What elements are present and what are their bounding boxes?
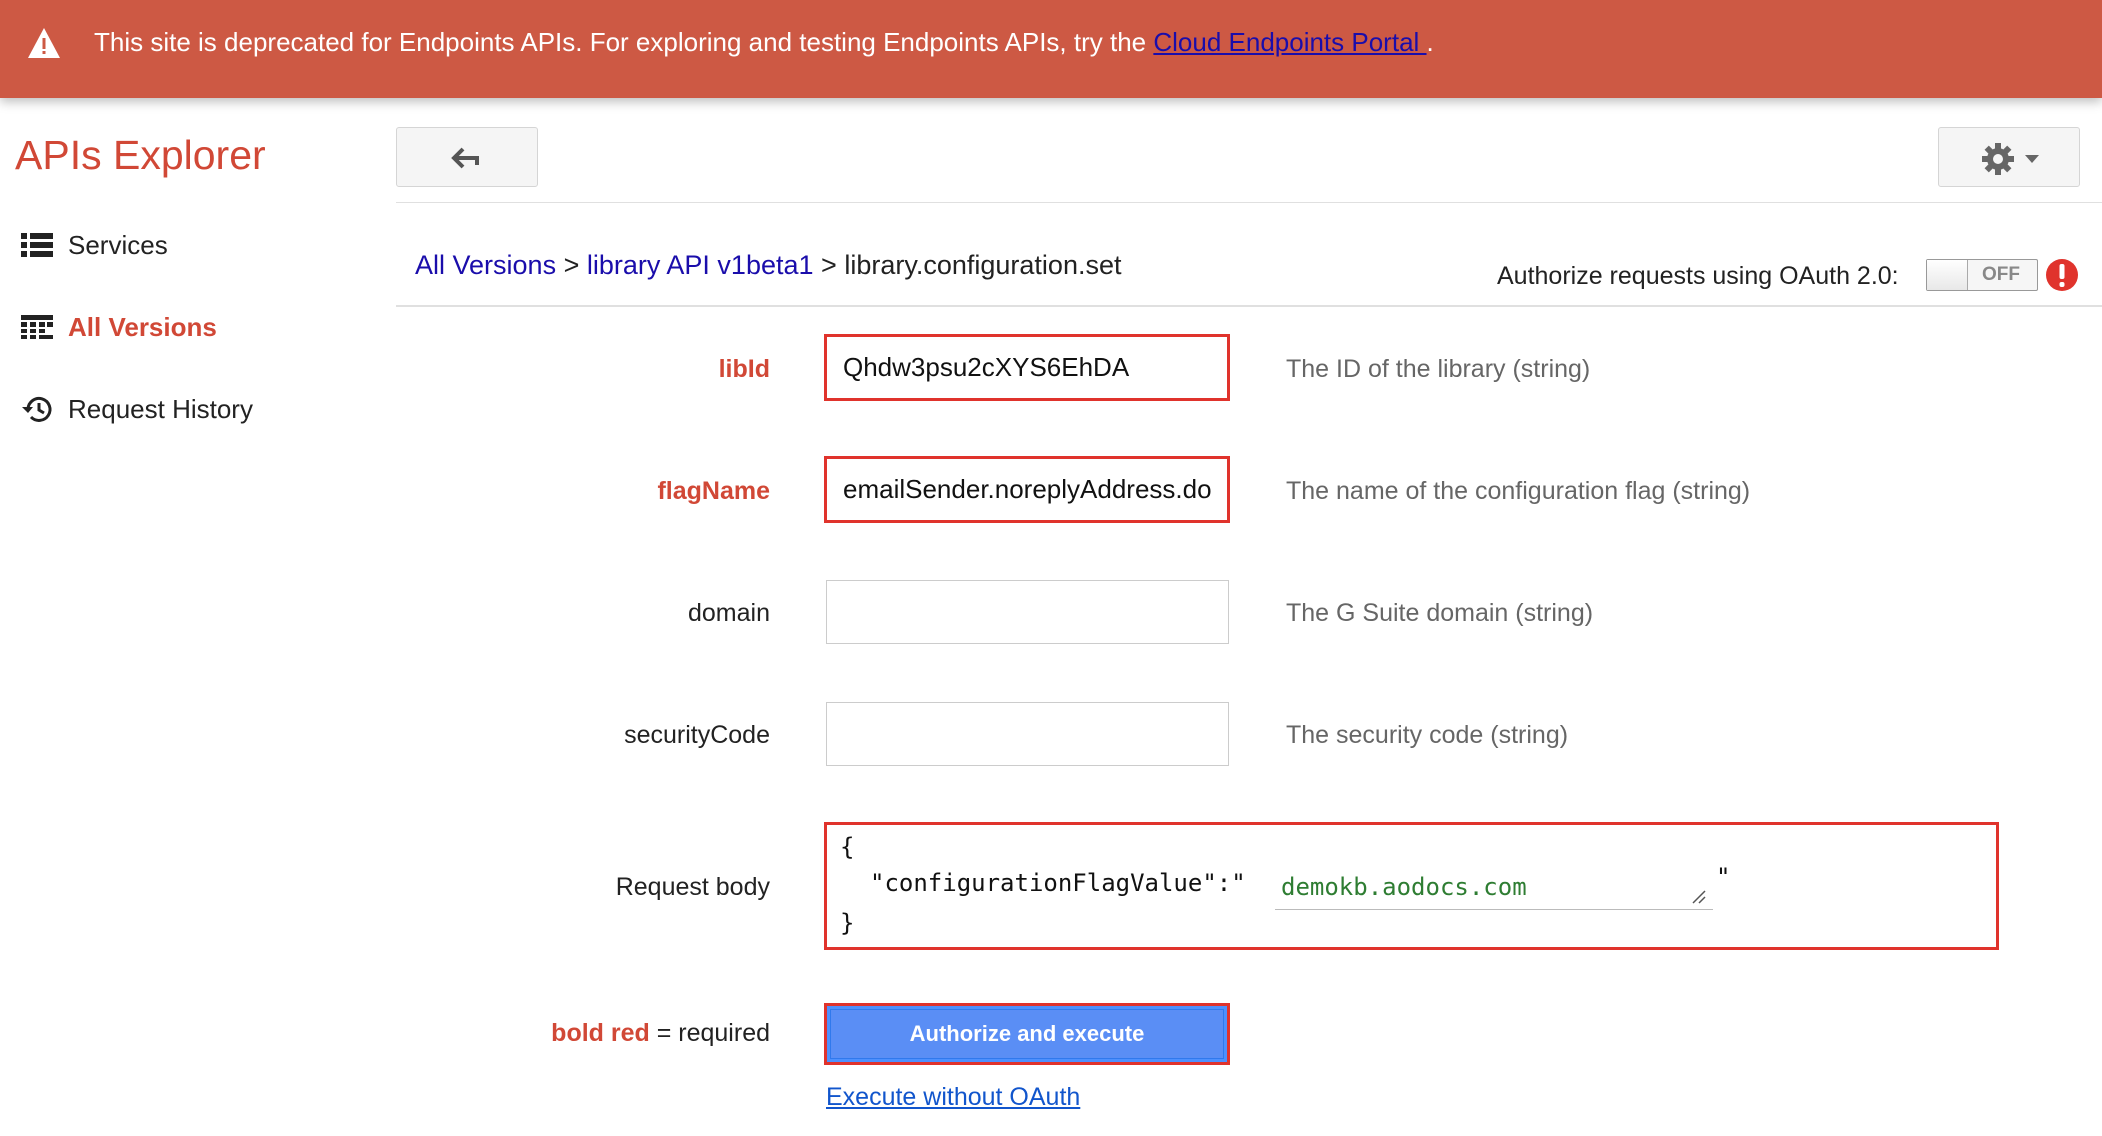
oauth-toggle[interactable]: OFF (1926, 259, 2038, 291)
back-arrow-icon (451, 147, 479, 169)
param-label-securitycode: securityCode (624, 721, 770, 749)
list-icon (20, 228, 54, 262)
breadcrumb: All Versions > library API v1beta1 > lib… (415, 250, 1121, 281)
configuration-flag-value: demokb.aodocs.com (1281, 873, 1527, 901)
param-label-flagname: flagName (657, 477, 770, 505)
breadcrumb-separator: > (821, 250, 837, 280)
resize-handle-icon[interactable] (1691, 889, 1707, 905)
cloud-endpoints-portal-link[interactable]: Cloud Endpoints Portal (1153, 27, 1426, 57)
close-brace: } (840, 909, 855, 937)
warning-icon (28, 28, 60, 58)
open-brace: { (840, 833, 855, 861)
sidebar-item-request-history[interactable]: Request History (20, 389, 253, 429)
libid-description: The ID of the library (string) (1286, 355, 1591, 383)
settings-button[interactable] (1938, 127, 2080, 187)
param-label-domain: domain (688, 599, 770, 627)
breadcrumb-current-method: library.configuration.set (844, 250, 1122, 280)
configuration-flag-value-input[interactable]: demokb.aodocs.com (1275, 863, 1713, 910)
securitycode-description: The security code (string) (1286, 721, 1569, 749)
alert-icon (2046, 259, 2078, 291)
required-legend-bold: bold red (551, 1019, 650, 1047)
required-legend-text: = required (649, 1019, 770, 1047)
domain-input[interactable] (826, 580, 1229, 644)
sidebar-item-label: Services (68, 229, 168, 260)
back-button[interactable] (396, 127, 538, 187)
authorize-execute-button[interactable]: Authorize and execute (824, 1003, 1230, 1065)
breadcrumb-divider (396, 305, 2102, 307)
app-title[interactable]: APIs Explorer (15, 132, 266, 179)
banner-text: This site is deprecated for Endpoints AP… (94, 27, 1147, 57)
versions-icon (20, 310, 54, 344)
banner-suffix: . (1426, 27, 1434, 57)
body-key: "configurationFlagValue":" (870, 869, 1246, 897)
libid-input[interactable]: Qhdw3psu2cXYS6EhDA (824, 334, 1230, 401)
sidebar-item-label: All Versions (68, 311, 217, 342)
securitycode-input[interactable] (826, 702, 1229, 766)
breadcrumb-library-api[interactable]: library API v1beta1 (587, 250, 814, 280)
required-legend: bold red = required (551, 1019, 770, 1048)
deprecation-banner: This site is deprecated for Endpoints AP… (0, 0, 2102, 98)
oauth-label: Authorize requests using OAuth 2.0: (1497, 262, 1899, 290)
toggle-state: OFF (1982, 264, 2020, 285)
domain-description: The G Suite domain (string) (1286, 599, 1594, 627)
request-body-editor: { "configurationFlagValue":" demokb.aodo… (824, 822, 1999, 950)
breadcrumb-all-versions[interactable]: All Versions (415, 250, 556, 280)
flagname-value: emailSender.noreplyAddress.do (843, 474, 1212, 504)
header-divider (396, 202, 2102, 203)
param-label-libid: libId (718, 355, 770, 383)
flagname-description: The name of the configuration flag (stri… (1286, 477, 1751, 505)
chevron-down-icon (2025, 155, 2039, 163)
sidebar-item-label: Request History (68, 393, 253, 424)
toggle-knob (1927, 260, 1968, 290)
gear-icon (1982, 143, 2014, 175)
execute-without-oauth-link[interactable]: Execute without OAuth (826, 1083, 1080, 1112)
authorize-execute-label: Authorize and execute (830, 1009, 1224, 1059)
sidebar-item-services[interactable]: Services (20, 225, 168, 265)
close-quote: " (1716, 863, 1731, 891)
banner-message: This site is deprecated for Endpoints AP… (94, 27, 1434, 58)
libid-value: Qhdw3psu2cXYS6EhDA (843, 352, 1130, 382)
request-body-label: Request body (615, 873, 770, 901)
history-icon (20, 392, 54, 426)
flagname-input[interactable]: emailSender.noreplyAddress.do (824, 456, 1230, 523)
breadcrumb-separator: > (563, 250, 580, 280)
sidebar-item-all-versions[interactable]: All Versions (20, 307, 217, 347)
